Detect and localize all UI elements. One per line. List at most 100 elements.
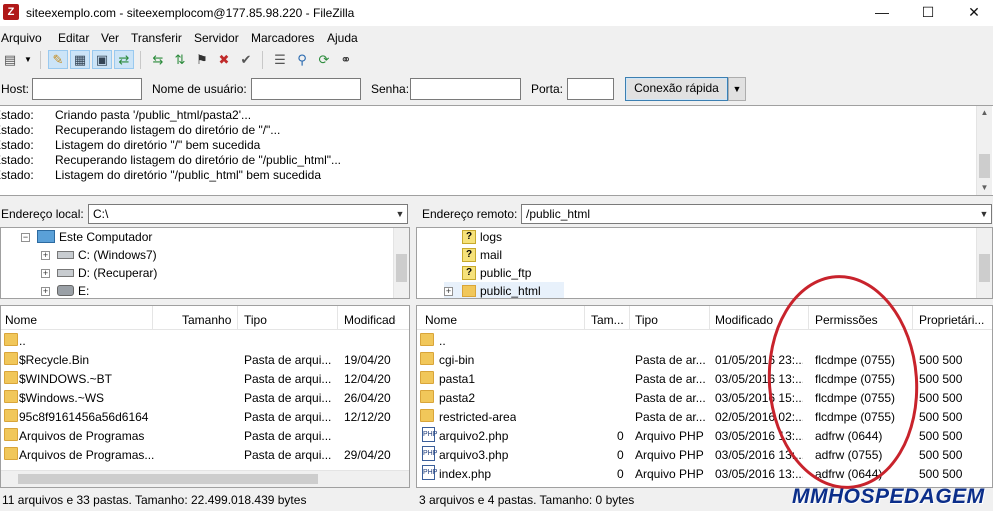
toggle-log-icon[interactable]: ✎ <box>48 50 68 69</box>
disconnect-icon[interactable]: ✖ <box>214 50 234 69</box>
minimize-button[interactable]: — <box>859 0 905 26</box>
window-title: siteexemplo.com - siteexemplocom@177.85.… <box>26 6 355 20</box>
column-nome[interactable]: Nome <box>425 313 457 327</box>
file-row[interactable]: .. <box>1 331 409 350</box>
tree-item-public-html[interactable]: + public_html <box>444 282 564 298</box>
local-path-dropdown-icon[interactable]: ▼ <box>393 205 407 223</box>
folder-icon <box>4 333 18 346</box>
folder-icon <box>462 285 476 297</box>
remote-tree: ? logs ? mail ? public_ftp + public_html <box>416 227 993 299</box>
drive-icon <box>57 251 74 259</box>
menu-ver[interactable]: Ver <box>101 31 119 45</box>
drive-icon <box>57 269 74 277</box>
dropdown-arrow-icon[interactable]: ▼ <box>21 50 35 69</box>
column-tipo[interactable]: Tipo <box>635 313 658 327</box>
folder-icon <box>420 390 434 403</box>
folder-icon <box>4 371 18 384</box>
sync-browse-icon[interactable]: ⟳ <box>314 50 334 69</box>
password-input[interactable] <box>410 78 521 100</box>
port-input[interactable] <box>567 78 614 100</box>
folder-icon <box>420 352 434 365</box>
toggle-local-tree-icon[interactable]: ▦ <box>70 50 90 69</box>
local-hscrollbar[interactable] <box>1 470 409 487</box>
close-button[interactable]: ✕ <box>951 0 993 26</box>
refresh-icon[interactable]: ⇆ <box>148 50 168 69</box>
expand-icon[interactable]: + <box>444 287 453 296</box>
menu-ajuda[interactable]: Ajuda <box>327 31 358 45</box>
file-row[interactable]: PHP index.php 0 Arquivo PHP 03/05/2016 13:..… <box>417 464 992 483</box>
process-queue-icon[interactable]: ⇅ <box>170 50 190 69</box>
question-icon: ? <box>462 230 476 244</box>
file-row[interactable]: $Windows.~WS Pasta de arqui... 26/04/20 <box>1 388 409 407</box>
remote-tree-scrollbar[interactable] <box>976 228 992 298</box>
scroll-thumb[interactable] <box>18 474 318 484</box>
menu-transferir[interactable]: Transferir <box>131 31 182 45</box>
menu-servidor[interactable]: Servidor <box>194 31 239 45</box>
column-tamanho[interactable]: Tam... <box>591 313 624 327</box>
remote-path-input[interactable] <box>521 204 992 224</box>
question-icon: ? <box>462 266 476 280</box>
folder-icon <box>4 390 18 403</box>
expand-icon[interactable]: + <box>41 251 50 260</box>
maximize-button[interactable]: ☐ <box>905 0 951 26</box>
column-proprietario[interactable]: Proprietári... <box>919 313 991 327</box>
quickconnect-dropdown-icon[interactable]: ▼ <box>728 77 746 101</box>
site-manager-icon[interactable]: ▤ <box>0 50 20 69</box>
menu-editar[interactable]: Editar <box>58 31 89 45</box>
column-tamanho[interactable]: Tamanho <box>182 313 231 327</box>
log-scrollbar[interactable]: ▲ ▼ <box>976 106 992 195</box>
collapse-icon[interactable]: − <box>21 233 30 242</box>
computer-icon <box>37 230 55 243</box>
column-modificado[interactable]: Modificado <box>344 313 396 327</box>
local-address-label: Endereço local: <box>1 207 84 221</box>
scroll-down-icon[interactable]: ▼ <box>977 181 992 195</box>
filter-icon[interactable]: ☰ <box>270 50 290 69</box>
toggle-remote-tree-icon[interactable]: ▣ <box>92 50 112 69</box>
menu-marcadores[interactable]: Marcadores <box>251 31 314 45</box>
username-input[interactable] <box>251 78 361 100</box>
filezilla-logo-icon: Z <box>3 4 19 20</box>
toggle-queue-icon[interactable]: ⇄ <box>114 50 134 69</box>
remote-list-header: Nome Tam... Tipo Modificado Permissões P… <box>417 306 992 330</box>
message-log: Estado:Criando pasta '/public_html/pasta… <box>0 105 993 196</box>
quickconnect-button[interactable]: Conexão rápida <box>625 77 728 101</box>
menu-arquivo[interactable]: Arquivo <box>1 31 42 45</box>
remote-status-text: 3 arquivos e 4 pastas. Tamanho: 0 bytes <box>419 493 635 507</box>
username-label: Nome de usuário: <box>152 82 247 96</box>
file-row[interactable]: $WINDOWS.~BT Pasta de arqui... 12/04/20 <box>1 369 409 388</box>
menu-bar: Arquivo Editar Ver Transferir Servidor M… <box>0 28 993 46</box>
file-row[interactable]: 95c8f9161456a56d6164... Pasta de arqui...… <box>1 407 409 426</box>
file-row[interactable]: Arquivos de Programas... Pasta de arqui..… <box>1 445 409 464</box>
scroll-thumb[interactable] <box>979 254 990 282</box>
scroll-thumb[interactable] <box>396 254 407 282</box>
folder-icon <box>4 352 18 365</box>
local-path-input[interactable] <box>88 204 408 224</box>
file-row[interactable]: PHP arquivo3.php 0 Arquivo PHP 03/05/2016 13… <box>417 445 992 464</box>
watermark-logo: MMHOSPEDAGEM <box>792 485 985 508</box>
expand-icon[interactable]: + <box>41 287 50 296</box>
scroll-thumb[interactable] <box>979 154 990 178</box>
column-tipo[interactable]: Tipo <box>244 313 267 327</box>
remote-path-dropdown-icon[interactable]: ▼ <box>977 205 991 223</box>
reconnect-icon[interactable]: ✔ <box>236 50 256 69</box>
search-icon[interactable]: ⚭ <box>336 50 356 69</box>
scroll-up-icon[interactable]: ▲ <box>977 106 992 120</box>
column-nome[interactable]: Nome <box>5 313 37 327</box>
folder-icon <box>4 428 18 441</box>
local-file-list: Nome Tamanho Tipo Modificado .. $Recycle… <box>0 305 410 488</box>
local-tree-scrollbar[interactable] <box>393 228 409 298</box>
remote-address-bar: Endereço remoto: ▼ <box>416 202 993 226</box>
expand-icon[interactable]: + <box>41 269 50 278</box>
compare-icon[interactable]: ⚲ <box>292 50 312 69</box>
file-row[interactable]: $Recycle.Bin Pasta de arqui... 19/04/20 <box>1 350 409 369</box>
quickconnect-bar: Host: Nome de usuário: Senha: Porta: Con… <box>0 75 993 103</box>
remote-address-label: Endereço remoto: <box>422 207 518 221</box>
folder-icon <box>420 371 434 384</box>
file-row[interactable]: Arquivos de Programas Pasta de arqui... <box>1 426 409 445</box>
local-status-text: 11 arquivos e 33 pastas. Tamanho: 22.499… <box>2 493 307 507</box>
host-input[interactable] <box>32 78 142 100</box>
cancel-icon[interactable]: ⚑ <box>192 50 212 69</box>
column-modificado[interactable]: Modificado <box>715 313 773 327</box>
folder-icon <box>4 409 18 422</box>
php-file-icon: PHP <box>422 465 437 480</box>
